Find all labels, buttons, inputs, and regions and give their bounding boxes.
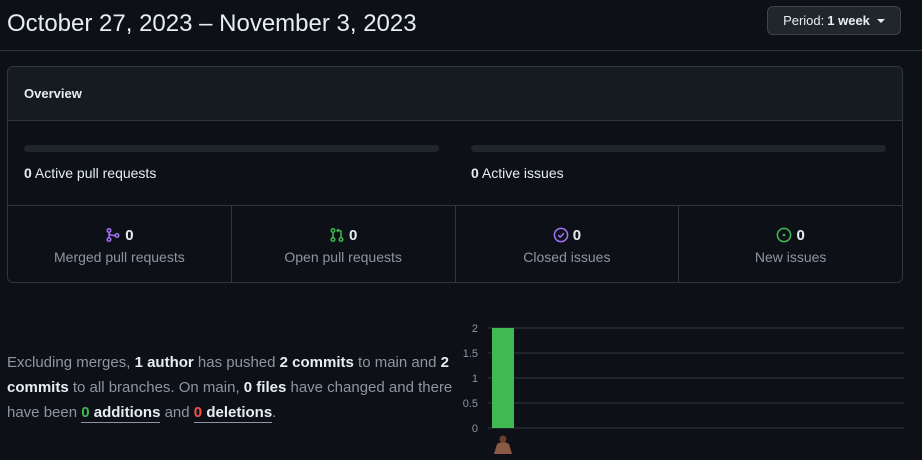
additions-count: 0	[81, 404, 90, 421]
git-merge-icon	[105, 227, 121, 243]
closed-issues-label: Closed issues	[523, 249, 611, 265]
author-avatar[interactable]	[492, 432, 514, 454]
commit-bar[interactable]	[492, 328, 514, 428]
deletions-label: deletions	[206, 404, 273, 421]
active-issues-count: 0	[471, 165, 479, 181]
new-issues-label: New issues	[754, 249, 827, 265]
new-issues-stat[interactable]: 0 New issues	[679, 206, 902, 282]
chart-svg: 0 0.5 1 1.5 2	[463, 323, 904, 454]
summary-text: Excluding merges,	[7, 354, 135, 371]
pull-requests-progress-bar	[24, 145, 439, 152]
closed-issues-count: 0	[572, 226, 582, 244]
overview-header: Overview	[8, 67, 902, 121]
period-value: 1 week	[827, 13, 870, 28]
new-issues-count: 0	[796, 226, 805, 244]
open-pull-requests-label: Open pull requests	[284, 249, 402, 265]
summary-text: has pushed	[193, 354, 280, 371]
merged-pull-requests-label: Merged pull requests	[54, 249, 185, 265]
caret-down-icon	[876, 19, 885, 23]
merged-pull-requests-stat[interactable]: 0 Merged pull requests	[8, 206, 232, 282]
files-changed-count: 0 files	[243, 379, 287, 396]
issue-opened-icon	[776, 227, 792, 243]
active-issues-label: Active issues	[481, 165, 564, 181]
active-pull-requests-link[interactable]: 0 Active pull requests	[24, 165, 156, 181]
summary-text: and	[160, 404, 194, 421]
active-pull-requests-count: 0	[24, 165, 32, 181]
issue-closed-icon	[553, 227, 569, 243]
commits-main-count: 2 commits	[279, 354, 354, 371]
active-issues-link[interactable]: 0 Active issues	[471, 165, 564, 181]
additions-link[interactable]: 0 additions	[81, 404, 161, 423]
authors-count: 1 author	[134, 354, 194, 371]
period-dropdown-button[interactable]: Period: 1 week	[767, 6, 901, 35]
issues-progress-bar	[471, 145, 886, 152]
y-tick-label: 0.5	[463, 398, 478, 410]
y-tick-label: 1	[472, 373, 478, 385]
summary-text: to all branches. On main,	[68, 379, 244, 396]
overview-panel: Overview 0 Active pull requests 0 Active…	[7, 66, 903, 283]
summary-text: to main and	[353, 354, 441, 371]
open-pull-requests-count: 0	[348, 226, 358, 244]
additions-label: additions	[93, 404, 161, 421]
period-prefix: Period:	[783, 13, 825, 28]
closed-issues-stat[interactable]: 0 Closed issues	[456, 206, 680, 282]
page-header: October 27, 2023 – November 3, 2023 Peri…	[0, 0, 922, 51]
activity-bars: 0 Active pull requests 0 Active issues	[8, 121, 902, 206]
commit-summary: Excluding merges, 1 author has pushed 2 …	[7, 350, 457, 425]
open-pull-requests-stat[interactable]: 0 Open pull requests	[232, 206, 456, 282]
summary-text: .	[272, 404, 277, 421]
stats-row: 0 Merged pull requests 0 Open pull reque…	[8, 206, 902, 282]
deletions-link[interactable]: 0 deletions	[193, 404, 273, 423]
y-tick-label: 0	[472, 423, 478, 435]
git-pull-request-icon	[329, 227, 345, 243]
merged-pull-requests-count: 0	[125, 226, 134, 244]
deletions-count: 0	[193, 404, 203, 421]
overview-title: Overview	[24, 86, 82, 101]
active-pull-requests-label: Active pull requests	[34, 165, 157, 181]
y-tick-label: 2	[472, 323, 478, 335]
y-tick-label: 1.5	[463, 348, 478, 360]
date-range-title: October 27, 2023 – November 3, 2023	[7, 10, 417, 37]
commits-by-author-chart: 0 0.5 1 1.5 2	[460, 318, 922, 460]
